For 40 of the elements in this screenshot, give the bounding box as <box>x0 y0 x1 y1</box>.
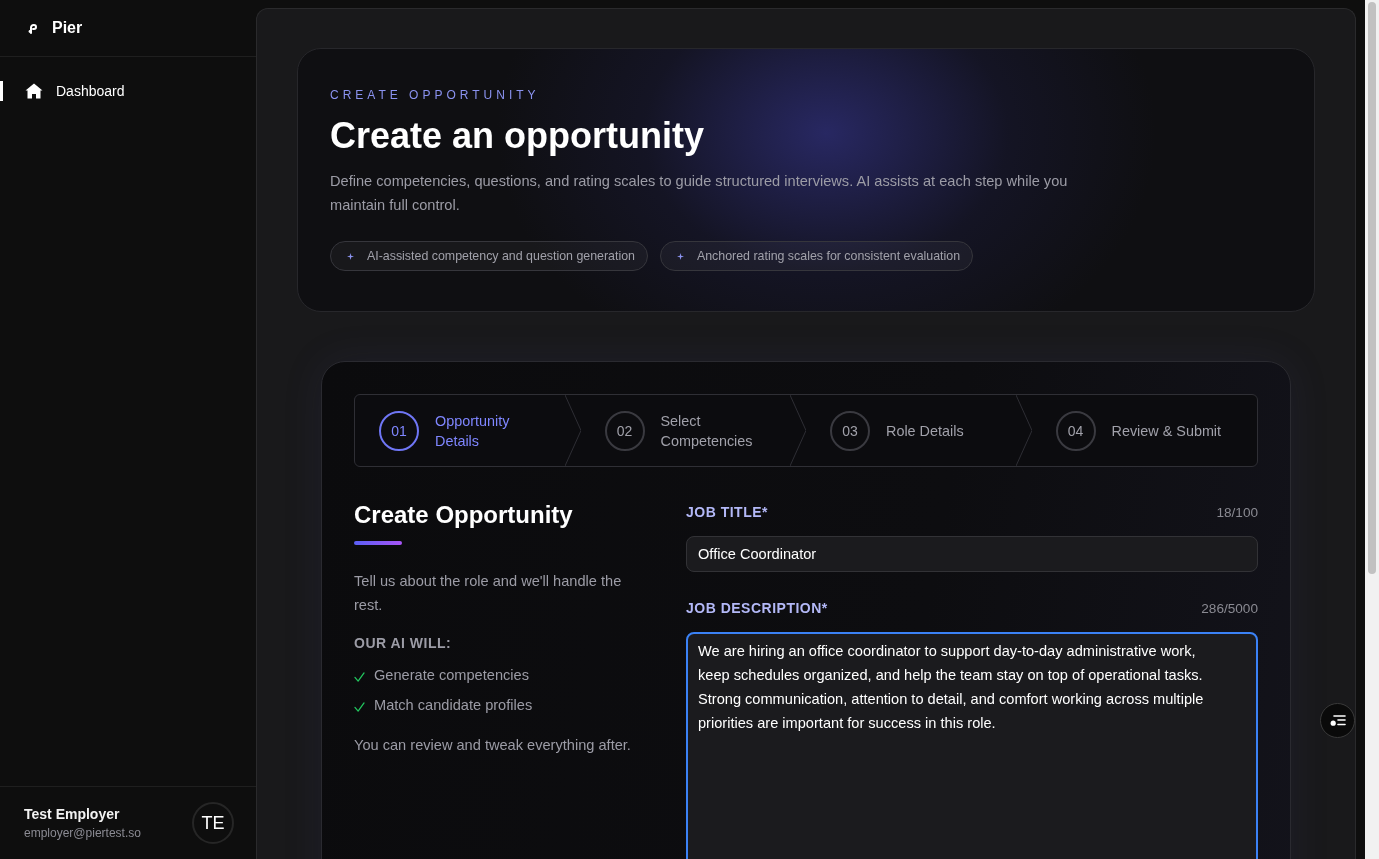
list-item-text: Generate competencies <box>374 666 529 685</box>
field-label: JOB TITLE* <box>686 504 768 520</box>
note-text: You can review and tweak everything after. <box>354 736 632 755</box>
logo-icon <box>28 22 38 34</box>
section-title: Create Opportunity <box>354 500 574 530</box>
job-description-textarea[interactable]: We are hiring an office coordinator to support day-to-day administrative work, keep schedules organized, and help the team stay on top of operational tasks. Strong communication, attention to detail, and comfort working across multiple priorities are important for success in this role. <box>686 632 1258 859</box>
list-icon <box>1329 714 1346 727</box>
job-title-input[interactable]: Office Coordinator <box>686 536 1258 572</box>
char-counter: 286/5000 <box>1201 600 1258 616</box>
scrollbar[interactable] <box>1365 0 1379 859</box>
page-description: Define competencies, questions, and rating scales to guide structured interviews. AI assists at each step while you maintain full control. <box>330 172 1069 215</box>
intro-text: Tell us about the role and we'll handle the rest. <box>354 572 623 615</box>
sparkle-icon <box>347 252 354 260</box>
sparkle-icon <box>676 252 684 260</box>
check-icon <box>354 671 365 682</box>
user-name: Test Employer <box>24 805 121 823</box>
step-label[interactable]: Review & Submit <box>1111 420 1222 441</box>
step-label[interactable]: Select Competencies <box>660 410 779 451</box>
step-number[interactable]: 03 <box>830 410 870 451</box>
step-number[interactable]: 02 <box>604 410 645 451</box>
list-item-text: Match candidate profiles <box>374 696 533 715</box>
step-label[interactable]: Role Details <box>886 420 964 441</box>
user-email: employer@piertest.so <box>24 825 141 841</box>
char-counter: 18/100 <box>1216 504 1258 520</box>
avatar-button[interactable]: TE <box>192 802 234 844</box>
home-icon <box>25 83 43 99</box>
chip-text: Anchored rating scales for consistent evaluation <box>696 249 961 263</box>
chip-text: AI-assisted competency and question generation <box>367 249 635 263</box>
step-number[interactable]: 01 <box>379 410 419 451</box>
step-number[interactable]: 04 <box>1055 410 1096 451</box>
eyebrow-label: CREATE OPPORTUNITY <box>330 87 541 103</box>
step-label[interactable]: Opportunity Details <box>435 410 553 451</box>
field-label: JOB DESCRIPTION* <box>686 600 828 616</box>
check-icon <box>354 701 365 712</box>
brand-name: Pier <box>52 19 83 37</box>
accent-bar <box>354 541 402 545</box>
list-heading: OUR AI WILL: <box>354 634 453 653</box>
scrollbar-thumb[interactable] <box>1368 2 1376 574</box>
sidebar-item[interactable]: Dashboard <box>0 81 256 101</box>
page-title: Create an opportunity <box>330 115 706 157</box>
